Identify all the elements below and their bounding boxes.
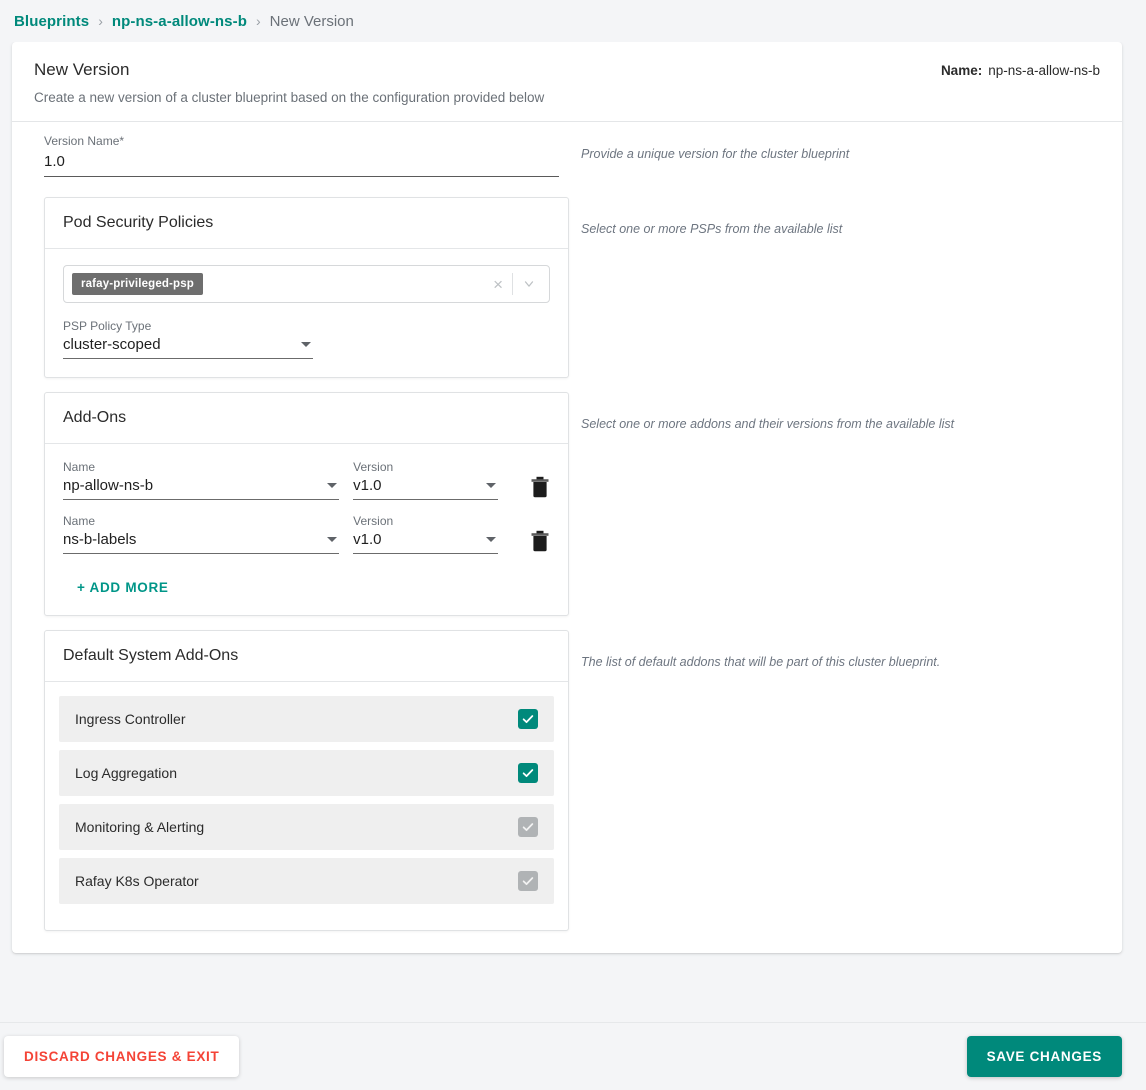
dropdown-arrow-icon [486,537,496,542]
version-name-row: Version Name* Provide a unique version f… [12,122,1122,183]
breadcrumb: Blueprints › np-ns-a-allow-ns-b › New Ve… [0,0,1146,42]
psp-panel-body: rafay-privileged-psp × PSP Policy Type c… [45,249,568,377]
psp-multiselect[interactable]: rafay-privileged-psp × [63,265,550,303]
blueprint-name-value: np-ns-a-allow-ns-b [988,63,1100,78]
dropdown-arrow-icon [486,483,496,488]
addon-version-value: v1.0 [353,477,382,494]
list-item: Ingress Controller [59,696,554,742]
dropdown-arrow-icon [327,537,338,542]
discard-changes-button[interactable]: DISCARD CHANGES & EXIT [4,1036,240,1077]
default-addons-hint: The list of default addons that will be … [581,655,941,669]
trash-icon [531,476,549,498]
dropdown-arrow-icon [301,342,311,347]
default-addon-checkbox-ingress-controller[interactable] [518,709,538,729]
addon-version-select[interactable]: v1.0 [353,477,498,500]
add-more-button[interactable]: + ADD MORE [63,568,169,597]
save-changes-button[interactable]: SAVE CHANGES [966,1036,1122,1077]
addon-version-group: Version v1.0 [353,514,498,554]
check-icon [522,823,534,832]
default-addon-label: Log Aggregation [75,765,177,781]
addons-panel-body: Name np-allow-ns-b Version v1.0 Name ns-… [45,444,568,615]
version-name-hint: Provide a unique version for the cluster… [581,147,850,161]
default-addon-label: Rafay K8s Operator [75,873,199,889]
card-body: Version Name* Provide a unique version f… [12,122,1122,953]
breadcrumb-item-current: New Version [269,12,354,30]
breadcrumb-separator-2: › [255,13,261,29]
version-name-field-group: Version Name* [32,122,559,183]
psp-policy-type-label: PSP Policy Type [63,319,152,333]
addon-name-group: Name np-allow-ns-b [63,460,340,500]
version-name-input[interactable] [44,151,559,177]
psp-policy-type-value: cluster-scoped [63,336,161,353]
addons-row: Add-Ons Name np-allow-ns-b Version v1.0 … [12,378,1122,616]
addon-version-value: v1.0 [353,531,382,548]
check-icon [522,877,534,886]
check-icon [522,715,534,724]
default-addon-checkbox-log-aggregation[interactable] [518,763,538,783]
psp-policy-type-select[interactable]: cluster-scoped [63,336,313,359]
chevron-down-icon[interactable] [513,277,545,291]
default-addon-label: Monitoring & Alerting [75,819,205,835]
addon-version-label: Version [353,514,394,528]
check-icon [522,769,534,778]
addon-name-label: Name [63,460,96,474]
version-name-label: Version Name* [44,134,559,148]
psp-row: Pod Security Policies rafay-privileged-p… [12,183,1122,378]
psp-panel-title: Pod Security Policies [45,198,568,249]
default-addons-panel-title: Default System Add-Ons [45,631,568,682]
clear-icon[interactable]: × [484,276,512,293]
trash-icon [531,530,549,552]
blueprint-name-readout: Name: np-ns-a-allow-ns-b [941,60,1100,78]
card-header: New Version Create a new version of a cl… [12,42,1122,122]
page-title: New Version [34,60,130,79]
default-addons-panel-body: Ingress Controller Log Aggregation Monit… [45,696,568,930]
addon-name-group: Name ns-b-labels [63,514,340,554]
default-addon-label: Ingress Controller [75,711,186,727]
addon-name-select[interactable]: ns-b-labels [63,531,340,554]
list-item: Log Aggregation [59,750,554,796]
delete-addon-button[interactable] [530,530,550,552]
addons-panel-title: Add-Ons [45,393,568,444]
addon-version-group: Version v1.0 [353,460,498,500]
addons-hint: Select one or more addons and their vers… [581,417,955,431]
version-name-label-text: Version Name [44,134,120,148]
psp-chip-rafay-privileged-psp[interactable]: rafay-privileged-psp [72,273,203,295]
addon-version-select[interactable]: v1.0 [353,531,498,554]
list-item: Rafay K8s Operator [59,858,554,904]
addon-name-value: np-allow-ns-b [63,477,154,494]
psp-policy-type-group: PSP Policy Type cluster-scoped [63,319,313,359]
delete-addon-button[interactable] [530,476,550,498]
new-version-card: New Version Create a new version of a cl… [12,42,1122,953]
addon-name-label: Name [63,514,96,528]
page-subtitle: Create a new version of a cluster bluepr… [34,90,545,105]
page-scroll-region[interactable]: New Version Create a new version of a cl… [0,42,1146,1054]
addon-name-value: ns-b-labels [63,531,137,548]
default-addons-row: Default System Add-Ons Ingress Controlle… [12,616,1122,931]
breadcrumb-item-blueprints[interactable]: Blueprints [14,13,89,30]
breadcrumb-separator-1: › [98,13,103,29]
default-addons-panel: Default System Add-Ons Ingress Controlle… [44,630,569,931]
blueprint-name-label: Name: [940,63,983,78]
addons-panel: Add-Ons Name np-allow-ns-b Version v1.0 … [44,392,569,616]
psp-hint: Select one or more PSPs from the availab… [581,222,843,236]
addon-version-label: Version [353,460,394,474]
addon-name-select[interactable]: np-allow-ns-b [63,477,340,500]
list-item: Monitoring & Alerting [59,804,554,850]
breadcrumb-item-blueprint-name[interactable]: np-ns-a-allow-ns-b [112,13,247,30]
dropdown-arrow-icon [327,483,338,488]
required-marker: * [119,134,125,148]
action-bar: DISCARD CHANGES & EXIT SAVE CHANGES [0,1022,1146,1090]
default-addon-checkbox-monitoring-alerting [518,817,538,837]
addon-row: Name ns-b-labels Version v1.0 [63,514,550,554]
default-addon-checkbox-rafay-k8s-operator [518,871,538,891]
addon-row: Name np-allow-ns-b Version v1.0 [63,460,550,500]
psp-panel: Pod Security Policies rafay-privileged-p… [44,197,569,378]
